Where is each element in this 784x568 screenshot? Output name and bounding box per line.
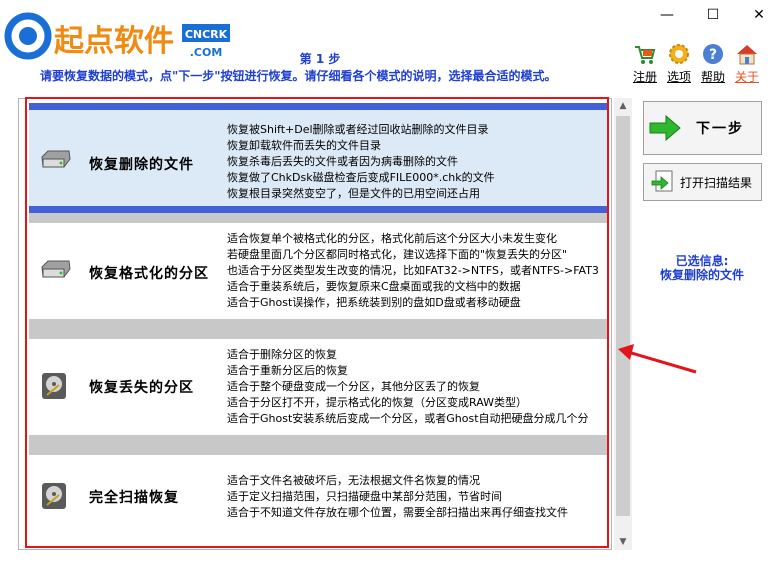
drive-icon [41,150,71,168]
hard-disk-icon [42,483,66,509]
scroll-up-icon[interactable]: ▲ [614,98,632,114]
option-full-scan[interactable]: 完全扫描恢复 适合于文件名被破坏后，无法根据文件名恢复的情况 适于定义扫描范围，… [29,455,609,549]
document-arrow-icon [651,170,673,192]
gear-icon [669,44,689,64]
svg-text:CNCRK: CNCRK [185,28,228,41]
step-description: 请要恢复数据的模式，点"下一步"按钮进行恢复。请仔细看各个模式的说明，选择最合适… [40,69,557,83]
option-title: 完全扫描恢复 [89,490,179,506]
list-scrollbar[interactable]: ▲ ▼ [614,98,632,550]
hard-disk-icon [42,373,66,399]
arrow-right-icon [649,114,681,142]
option-description: 恢复被Shift+Del删除或者经过回收站删除的文件目录 恢复卸载软件而丢失的文… [227,123,495,200]
option-title: 恢复丢失的分区 [89,380,194,396]
help-label[interactable]: 帮助 [696,68,730,85]
option-title: 恢复格式化的分区 [89,266,209,282]
option-description: 适合于删除分区的恢复 适合于重新分区后的恢复 适合于整个硬盘变成一个分区，其他分… [227,348,589,425]
scroll-thumb[interactable] [616,116,630,516]
minimize-button[interactable]: — [644,0,690,30]
register-tool[interactable]: 注册 [628,42,662,85]
recovery-mode-list[interactable]: 恢复删除的文件 恢复被Shift+Del删除或者经过回收站删除的文件目录 恢复卸… [18,98,612,550]
top-toolbar: 注册 选项 ? 帮助 关于 [628,42,764,85]
separator [29,435,609,455]
option-title: 恢复删除的文件 [89,157,194,173]
close-button[interactable]: ✕ [736,0,782,30]
svg-text:?: ? [709,47,717,63]
next-step-button[interactable]: 下一步 [643,101,762,155]
help-tool[interactable]: ? 帮助 [696,42,730,85]
option-recover-deleted[interactable]: 恢复删除的文件 恢复被Shift+Del删除或者经过回收站删除的文件目录 恢复卸… [29,103,609,213]
scroll-down-icon[interactable]: ▼ [614,534,632,550]
next-step-label: 下一步 [696,121,744,137]
selected-info-value: 恢复删除的文件 [659,268,744,282]
option-recover-lost-partition[interactable]: 恢复丢失的分区 适合于删除分区的恢复 适合于重新分区后的恢复 适合于整个硬盘变成… [29,339,609,435]
option-description: 适合于文件名被破坏后，无法根据文件名恢复的情况 适于定义扫描范围，只扫描硬盘中某… [227,474,568,519]
register-label[interactable]: 注册 [628,68,662,85]
home-icon [737,45,757,65]
maximize-button[interactable]: ☐ [690,0,736,30]
help-icon: ? [703,44,723,64]
separator [29,319,609,339]
cart-icon [635,46,656,64]
option-description: 适合恢复单个被格式化的分区，格式化前后这个分区大小未发生变化 若硬盘里面几个分区… [227,232,599,309]
open-scan-results-label: 打开扫描结果 [680,175,753,190]
options-tool[interactable]: 选项 [662,42,696,85]
separator [29,213,609,223]
open-scan-results-button[interactable]: 打开扫描结果 [643,163,762,201]
step-title: 第 1 步 [299,52,341,66]
options-label[interactable]: 选项 [662,68,696,85]
about-tool[interactable]: 关于 [730,42,764,85]
about-label[interactable]: 关于 [730,68,764,85]
option-recover-formatted[interactable]: 恢复格式化的分区 适合恢复单个被格式化的分区，格式化前后这个分区大小未发生变化 … [29,223,609,319]
annotation-arrow-icon [618,344,697,374]
drive-icon [41,260,71,278]
